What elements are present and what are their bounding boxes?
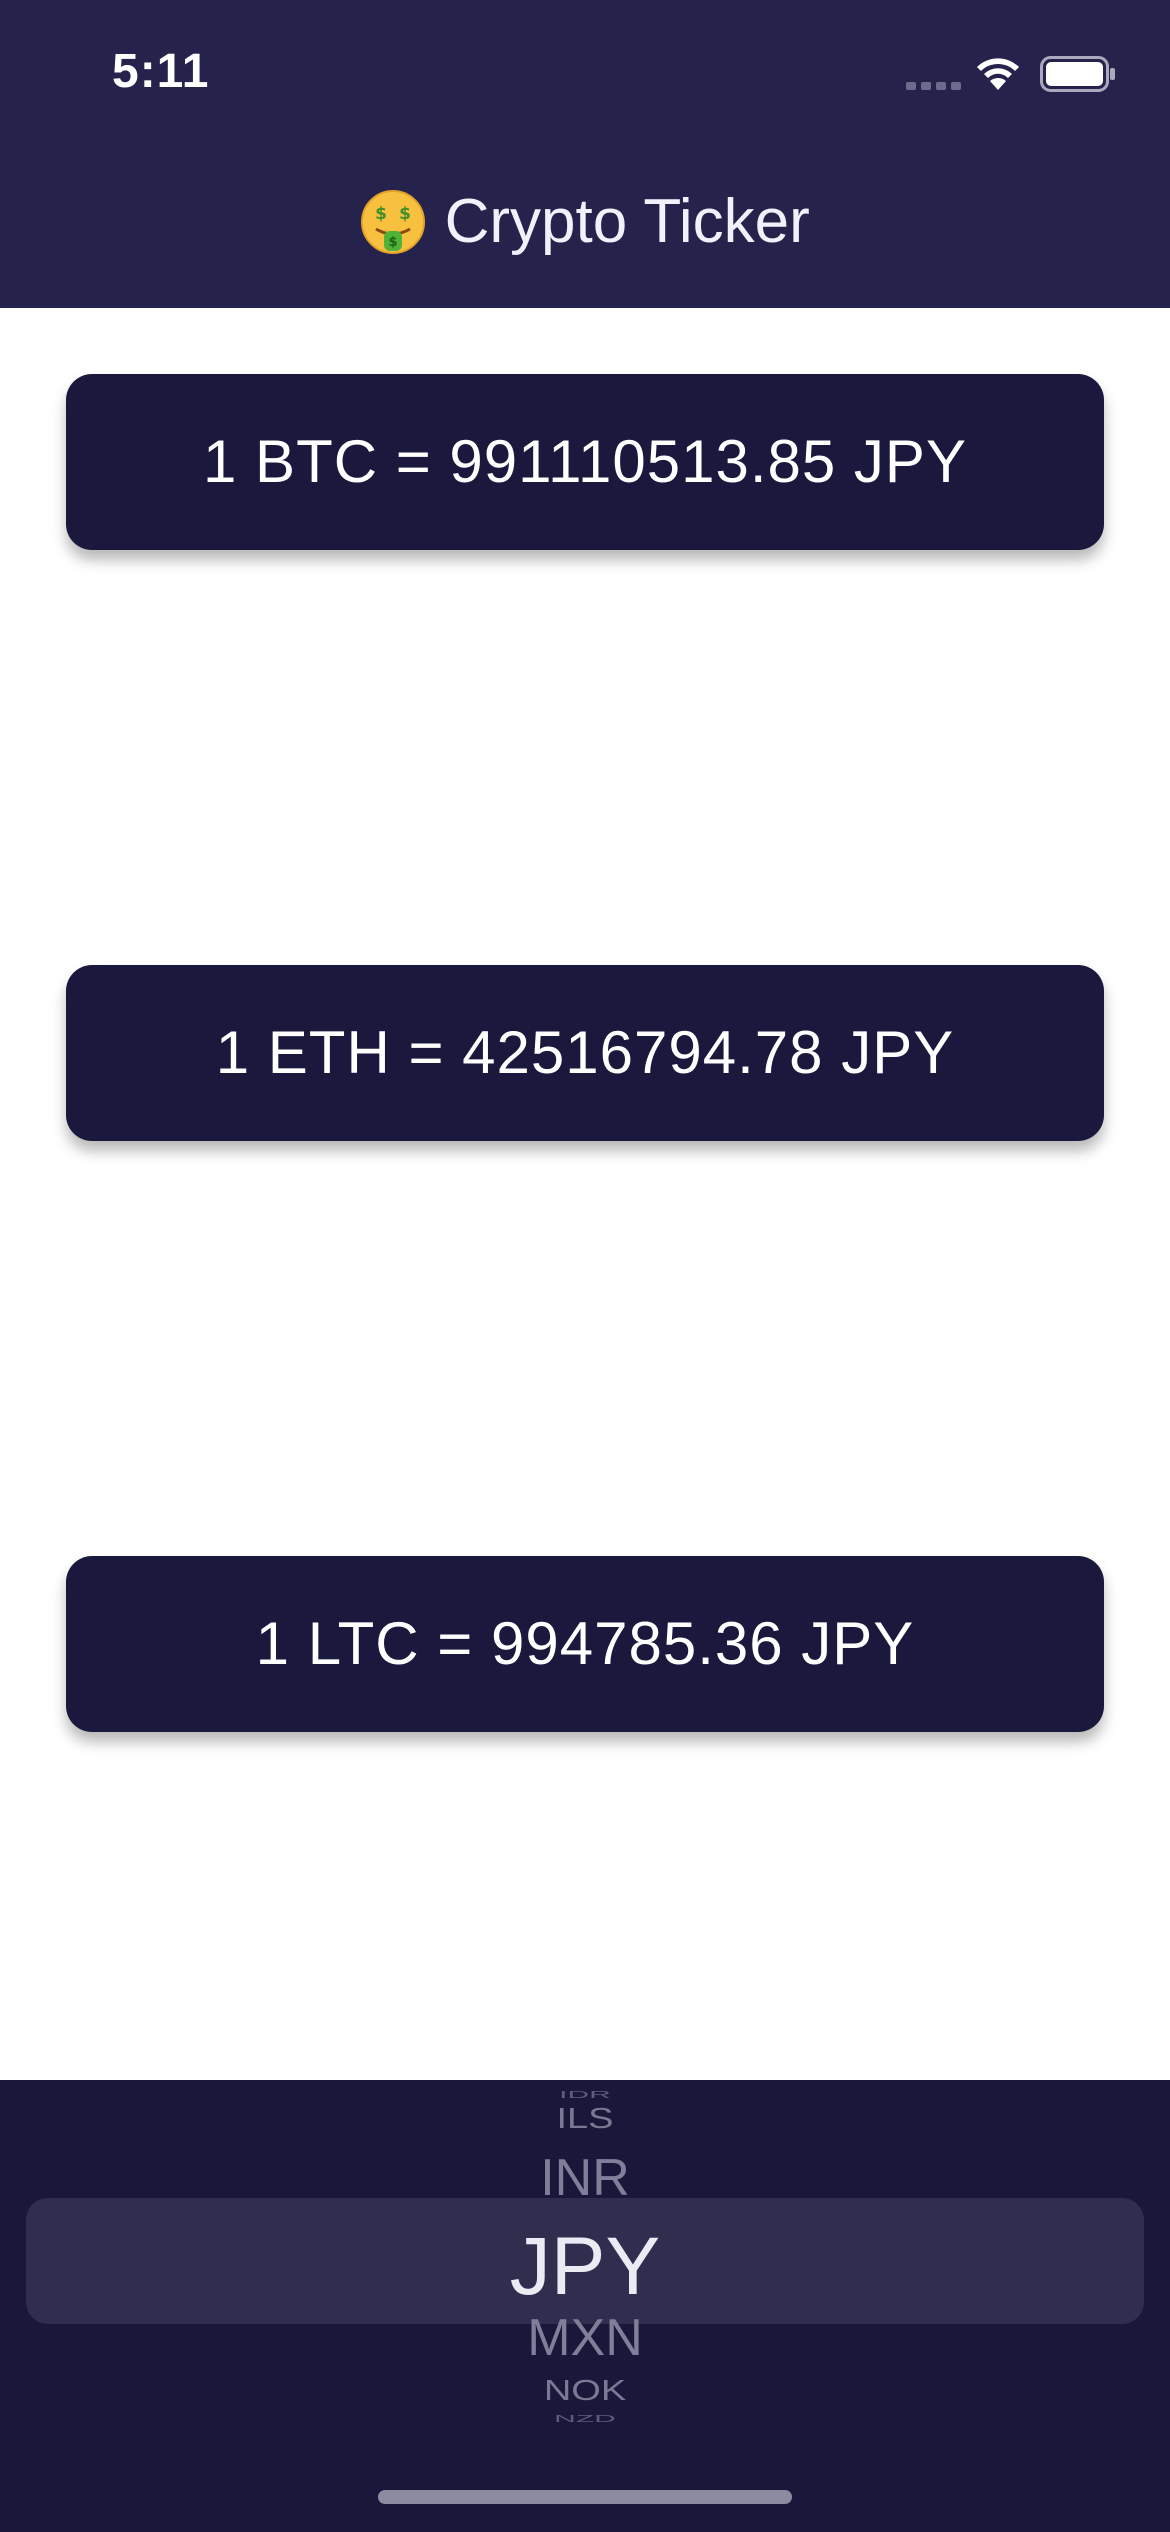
svg-text:$: $ — [375, 204, 387, 224]
app-title: Crypto Ticker — [444, 187, 810, 256]
eth-rate-card: 1 ETH = 42516794.78 JPY — [66, 965, 1104, 1141]
status-time: 5:11 — [112, 45, 210, 98]
wifi-icon — [977, 58, 1019, 90]
picker-option[interactable]: NZD — [0, 2413, 1170, 2425]
svg-text:$: $ — [389, 235, 398, 250]
signal-dots-icon — [906, 82, 961, 90]
picker-option[interactable]: ILS — [0, 2103, 1170, 2135]
picker-option[interactable]: IDR — [0, 2089, 1170, 2101]
picker-option[interactable]: MXN — [0, 2308, 1170, 2368]
app-header: 5:11 $ $ $ Crypto Ticker — [0, 0, 1170, 308]
svg-text:$: $ — [399, 204, 411, 224]
page-title: $ $ $ Crypto Ticker — [0, 186, 1170, 257]
home-indicator[interactable] — [378, 2490, 792, 2504]
ltc-rate-card: 1 LTC = 994785.36 JPY — [66, 1556, 1104, 1732]
picker-selected-option[interactable]: JPY — [0, 2220, 1170, 2314]
picker-option[interactable]: INR — [0, 2148, 1170, 2208]
currency-picker[interactable]: IDR ILS INR JPY MXN NOK NZD — [0, 2080, 1170, 2532]
btc-rate-card: 1 BTC = 991110513.85 JPY — [66, 374, 1104, 550]
money-mouth-face-icon: $ $ $ — [361, 189, 426, 254]
picker-option[interactable]: NOK — [0, 2375, 1170, 2407]
battery-icon — [1040, 56, 1115, 92]
